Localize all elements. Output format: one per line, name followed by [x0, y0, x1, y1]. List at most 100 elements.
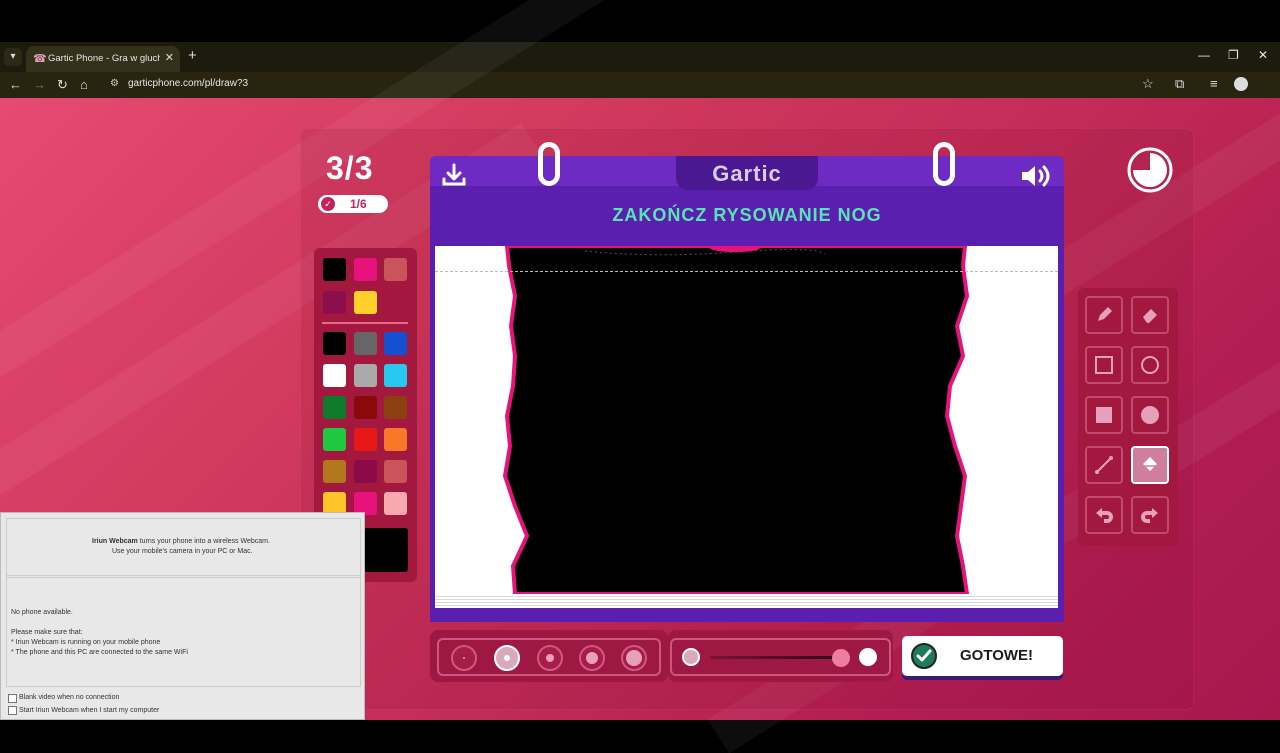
rectangle-fill-icon [1096, 407, 1112, 423]
rectangle-outline-icon [1095, 356, 1113, 374]
guide-line [435, 271, 1058, 272]
browser-toolbar: ← → ↻ ⌂ ⚙ garticphone.com/pl/draw?3 ☆ ⧉ … [0, 72, 1280, 98]
done-button[interactable]: GOTOWE! [902, 636, 1063, 676]
minimize-icon[interactable]: — [1198, 48, 1210, 62]
opacity-slider-handle[interactable] [832, 649, 850, 667]
color-swatch[interactable] [323, 332, 346, 355]
brush-size-5[interactable] [621, 645, 647, 671]
color-swatch[interactable] [323, 258, 346, 281]
make-sure-text: Please make sure that: [11, 629, 83, 636]
opacity-max-icon[interactable] [859, 648, 877, 666]
gartic-logo: Gartic [712, 161, 782, 186]
undo-tool[interactable] [1085, 496, 1123, 534]
color-swatch[interactable] [354, 258, 377, 281]
circle-fill-icon [1141, 406, 1159, 424]
reload-icon[interactable]: ↻ [57, 77, 68, 93]
brush-size-2[interactable] [494, 645, 520, 671]
sound-icon[interactable] [1020, 163, 1054, 189]
address-bar[interactable]: garticphone.com/pl/draw?3 [128, 78, 248, 89]
iriun-tagline: Iriun Webcam turns your phone into a wir… [92, 538, 270, 545]
blank-video-label: Blank video when no connection [19, 694, 120, 701]
brush-size-4[interactable] [579, 645, 605, 671]
color-swatch[interactable] [323, 291, 346, 314]
screen-top-bar [0, 0, 1280, 42]
iriun-info-box: Iriun Webcam turns your phone into a wir… [6, 518, 361, 578]
color-swatch[interactable] [384, 460, 407, 483]
opacity-min-icon[interactable] [682, 648, 700, 666]
binder-ring-left [538, 142, 560, 186]
color-swatch[interactable] [354, 332, 377, 355]
iriun-status-box: No phone available. Please make sure tha… [6, 575, 361, 687]
current-color-preview [364, 528, 408, 572]
color-swatch[interactable] [384, 492, 407, 515]
pencil-icon [1098, 307, 1112, 321]
color-swatch[interactable] [323, 396, 346, 419]
color-swatch[interactable] [384, 396, 407, 419]
opacity-slider-track[interactable] [710, 656, 842, 659]
palette-divider [322, 322, 408, 324]
players-done-count: 1/6 [350, 197, 367, 211]
done-button-label: GOTOWE! [960, 647, 1034, 664]
drawing-canvas[interactable] [435, 246, 1058, 594]
tab-close-icon[interactable]: ✕ [165, 51, 174, 64]
color-swatch[interactable] [384, 332, 407, 355]
iriun-webcam-window: Iriun Webcam turns your phone into a wir… [0, 512, 365, 720]
round-counter: 3/3 [326, 150, 374, 186]
download-icon[interactable] [441, 162, 467, 188]
color-swatch[interactable] [384, 258, 407, 281]
color-swatch[interactable] [384, 364, 407, 387]
media-icon[interactable]: ≡ [1210, 76, 1218, 91]
bucket-icon [1143, 457, 1157, 471]
home-icon[interactable]: ⌂ [80, 77, 88, 92]
players-done-badge: ✓ 1/6 [318, 195, 388, 213]
line-tool[interactable] [1085, 446, 1123, 484]
bucket-tool[interactable] [1131, 446, 1169, 484]
rectangle-outline-tool[interactable] [1085, 346, 1123, 384]
profile-avatar[interactable] [1234, 77, 1248, 91]
bookmark-star-icon[interactable]: ☆ [1142, 76, 1154, 92]
color-swatch[interactable] [354, 428, 377, 451]
eraser-tool[interactable] [1131, 296, 1169, 334]
back-icon[interactable]: ← [9, 77, 22, 92]
color-swatch[interactable] [354, 364, 377, 387]
browser-tab[interactable]: ☎ Gartic Phone - Gra w gluchy tel ✕ [26, 46, 180, 72]
color-swatch[interactable] [354, 396, 377, 419]
tab-search-icon[interactable]: ▾ [4, 48, 22, 66]
check-icon: ✓ [321, 197, 335, 211]
undo-icon [1096, 508, 1113, 523]
autostart-label: Start Iriun Webcam when I start my compu… [19, 707, 160, 714]
circle-outline-tool[interactable] [1131, 346, 1169, 384]
bullet-1-text: * Iriun Webcam is running on your mobile… [11, 639, 161, 646]
timer-icon [1127, 147, 1173, 193]
drawing-strokes [502, 246, 970, 594]
eraser-icon [1143, 309, 1157, 323]
extensions-icon[interactable]: ⧉ [1175, 76, 1184, 92]
site-info-icon[interactable]: ⚙ [110, 78, 119, 89]
color-swatch[interactable] [384, 428, 407, 451]
favicon-icon: ☎ [33, 53, 47, 65]
color-swatch[interactable] [323, 428, 346, 451]
no-phone-text: No phone available. [11, 609, 73, 616]
blank-video-checkbox[interactable] [8, 694, 17, 703]
rectangle-fill-tool[interactable] [1085, 396, 1123, 434]
autostart-checkbox[interactable] [8, 706, 17, 715]
pencil-tool[interactable] [1085, 296, 1123, 334]
color-swatch[interactable] [323, 460, 346, 483]
bullet-2-text: * The phone and this PC are connected to… [11, 649, 188, 656]
iriun-subtitle: Use your mobile's camera in your PC or M… [112, 548, 253, 555]
redo-icon [1141, 508, 1158, 523]
brush-size-3[interactable] [537, 645, 563, 671]
circle-outline-icon [1141, 356, 1159, 374]
color-swatch[interactable] [354, 460, 377, 483]
forward-icon[interactable]: → [33, 77, 46, 92]
circle-fill-tool[interactable] [1131, 396, 1169, 434]
brush-size-1[interactable] [451, 645, 477, 671]
color-swatch[interactable] [323, 364, 346, 387]
restore-icon[interactable]: ❐ [1228, 48, 1239, 62]
line-icon [1095, 456, 1113, 474]
color-swatch[interactable] [354, 291, 377, 314]
new-tab-icon[interactable]: + [188, 47, 197, 64]
checkmark-icon [911, 643, 937, 669]
close-window-icon[interactable]: ✕ [1258, 48, 1268, 62]
redo-tool[interactable] [1131, 496, 1169, 534]
